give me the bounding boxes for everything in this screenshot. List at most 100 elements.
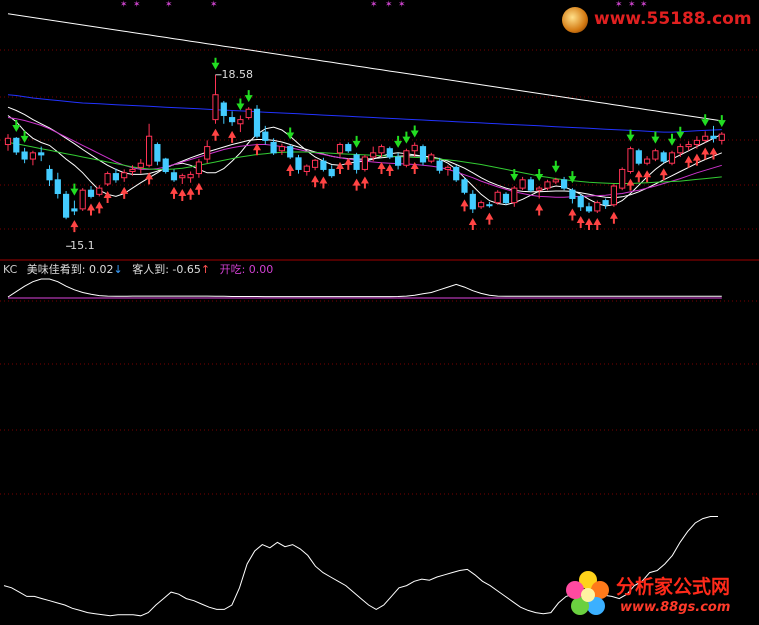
candle-body-42: [353, 154, 360, 170]
candle-body-14: [121, 172, 128, 179]
down-arrow-19: [701, 114, 710, 127]
stock-chart: ✶ ✶ ✶ ✶ ✶ ✶ ✶ ✶ ✶ ✶: [0, 0, 759, 617]
up-arrow-21: [385, 164, 394, 177]
up-arrow-29: [585, 218, 593, 231]
up-arrow-18: [352, 178, 361, 191]
up-arrow-28: [576, 215, 585, 228]
down-arrow-4: [236, 98, 245, 111]
candle-body-83: [693, 139, 700, 146]
candle-body-54: [453, 166, 460, 181]
up-arrow-26: [535, 203, 544, 216]
down-arrow-12: [535, 169, 544, 182]
high-price-label: 18.58: [221, 67, 254, 81]
candle-body-46: [386, 148, 393, 158]
up-arrow-1: [87, 203, 95, 216]
candle-body-79: [660, 152, 667, 162]
candle-body-37: [312, 159, 319, 168]
candle-body-19: [162, 158, 169, 173]
indicator-legend: KC 美味佳肴到: 0.02↓ 客人到: -0.65↑ 开吃: 0.00: [3, 261, 279, 277]
top-star-marker-2: ✶: [165, 0, 173, 10]
down-arrow-6: [286, 127, 295, 140]
top-watermark-logo: www.55188.com: [560, 5, 755, 35]
up-arrow-2: [95, 201, 104, 214]
top-star-marker-3: ✶: [210, 0, 218, 10]
up-arrow-23: [460, 199, 469, 212]
candle-body-35: [295, 157, 302, 170]
candle-body-45: [378, 146, 385, 154]
candle-body-72: [602, 200, 609, 206]
candle-body-38: [320, 160, 327, 170]
candle-body-3: [29, 152, 36, 160]
candle-body-18: [154, 144, 161, 162]
low-price-label: 15.1: [70, 239, 95, 253]
candle-body-39: [328, 168, 335, 177]
candle-body-12: [104, 173, 111, 185]
candle-body-34: [287, 146, 294, 158]
candle-body-30: [253, 108, 261, 137]
candle-body-60: [502, 193, 510, 204]
candle-body-49: [411, 144, 418, 152]
bottom-logo-name: 分析家公式网: [616, 576, 731, 598]
candle-body-68: [569, 189, 576, 199]
candle-body-59: [494, 191, 501, 204]
top-star-marker-1: ✶: [133, 0, 141, 10]
up-arrow-7: [178, 188, 187, 201]
candle-body-47: [395, 156, 402, 166]
candle-body-28: [237, 119, 244, 125]
candle-body-31: [262, 131, 269, 141]
up-arrow-37: [692, 153, 701, 166]
candle-body-64: [536, 187, 543, 191]
up-arrow-22: [410, 161, 419, 174]
down-arrow-0: [12, 120, 21, 133]
candle-body-16: [137, 162, 144, 168]
candle-body-67: [561, 179, 568, 189]
candle-body-9: [79, 189, 86, 210]
up-arrow-32: [626, 178, 635, 191]
down-arrow-7: [352, 135, 361, 148]
down-arrow-20: [717, 115, 726, 128]
up-arrow-34: [643, 170, 652, 183]
candle-body-61: [511, 187, 518, 204]
candle-body-27: [229, 117, 236, 123]
indicator-prefix: KC: [3, 263, 18, 276]
up-arrow-0: [70, 220, 79, 233]
candle-body-29: [245, 108, 252, 119]
candle-body-80: [668, 152, 676, 164]
candle-body-48: [403, 150, 410, 166]
candle-body-76: [635, 150, 642, 164]
candle-body-26: [220, 102, 227, 116]
down-arrow-15: [626, 129, 635, 142]
bottom-logo-url: www.88gs.com: [620, 600, 731, 615]
up-arrow-13: [286, 164, 295, 177]
candle-body-4: [38, 152, 45, 156]
candle-body-51: [428, 154, 435, 162]
down-arrow-1: [20, 130, 29, 143]
down-arrow-16: [651, 131, 660, 144]
up-arrow-25: [485, 212, 494, 225]
candle-body-78: [652, 150, 659, 160]
candle-body-58: [486, 204, 493, 207]
candle-body-56: [469, 193, 476, 210]
candle-body-62: [519, 179, 526, 189]
up-arrow-4: [120, 186, 129, 199]
candle-body-20: [170, 172, 178, 181]
candle-body-66: [552, 179, 559, 183]
candle-body-57: [478, 202, 485, 208]
candle-body-75: [627, 148, 634, 173]
up-arrow-38: [701, 147, 710, 160]
bottom-watermark-logo: 分析家公式网 www.88gs.com: [560, 566, 756, 622]
down-arrow-9: [402, 131, 411, 144]
down-arrow-17: [668, 133, 676, 146]
legend-meiwei: 美味佳肴到: 0.02↓: [26, 263, 123, 276]
candle-body-7: [63, 193, 70, 218]
candle-body-17: [146, 135, 153, 166]
top-logo-url: www.55188.com: [594, 9, 752, 29]
up-arrow-10: [211, 128, 220, 141]
up-arrow-8: [186, 187, 195, 200]
top-star-marker-0: ✶: [120, 0, 128, 10]
candle-body-32: [270, 141, 277, 154]
candle-body-74: [619, 168, 626, 189]
logo-badge-icon: [562, 7, 588, 33]
up-arrow-icon: ↑: [200, 263, 211, 276]
top-star-marker-4: ✶: [370, 0, 378, 10]
